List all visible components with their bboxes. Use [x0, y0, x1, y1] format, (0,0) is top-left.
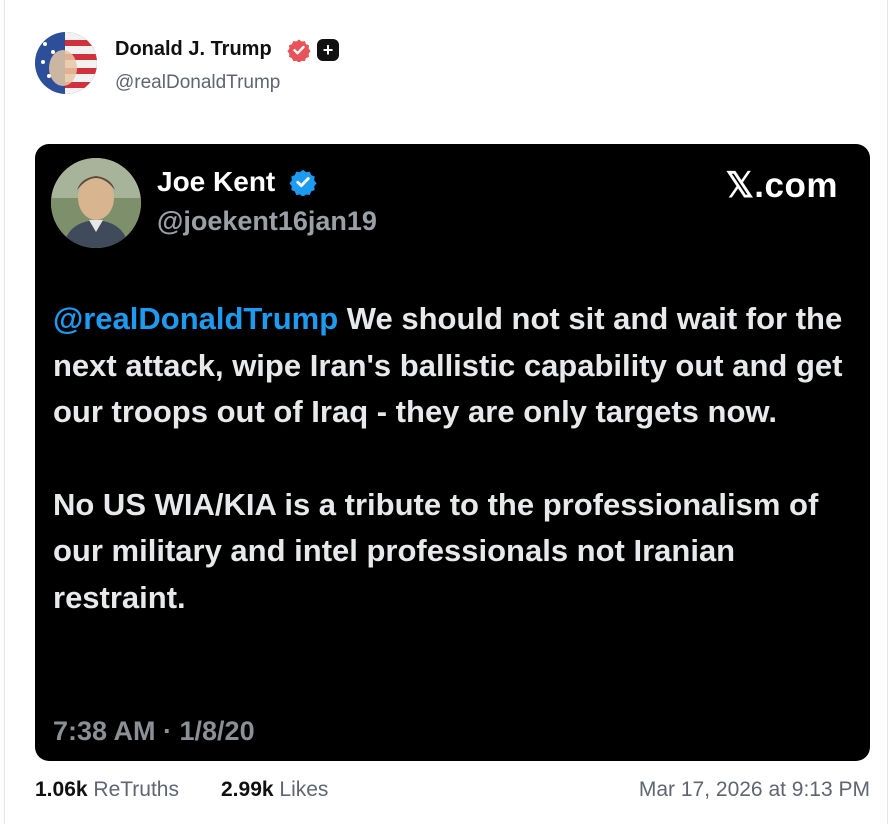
post-footer: 1.06k ReTruths 2.99k Likes Mar 17, 2026 …: [35, 778, 870, 808]
embedded-verified-icon: [289, 169, 317, 196]
embedded-timestamp: 7:38 AM · 1/8/20: [53, 716, 255, 746]
embedded-paragraph-2: No US WIA/KIA is a tribute to the profes…: [53, 486, 819, 615]
likes-count: 2.99k: [221, 778, 274, 801]
embedded-author-handle: @joekent16jan19: [157, 206, 377, 236]
embedded-avatar-image: [51, 158, 141, 248]
author-avatar[interactable]: [35, 32, 97, 94]
embedded-mention: @realDonaldTrump: [53, 301, 339, 336]
author-badges: +: [287, 38, 339, 62]
embedded-author-avatar: [51, 158, 141, 248]
likes-stat[interactable]: 2.99k Likes: [221, 778, 328, 802]
post-card: Donald J. Trump + @realDonaldTrump Joe K…: [4, 0, 888, 824]
embedded-author-name: Joe Kent: [157, 166, 276, 197]
embedded-post-image[interactable]: Joe Kent @joekent16jan19 𝕏.com @realDona…: [35, 144, 870, 761]
embedded-post-text: @realDonaldTrump We should not sit and w…: [53, 296, 853, 621]
x-logo-text: 𝕏.com: [725, 166, 838, 205]
retruths-count: 1.06k: [35, 778, 88, 801]
plus-badge-icon: +: [317, 39, 339, 61]
retruths-stat[interactable]: 1.06k ReTruths: [35, 778, 179, 802]
author-handle[interactable]: @realDonaldTrump: [115, 72, 280, 94]
post-date[interactable]: Mar 17, 2026 at 9:13 PM: [639, 778, 870, 802]
embedded-paragraph-1: @realDonaldTrump We should not sit and w…: [53, 296, 853, 436]
retruths-label: ReTruths: [87, 778, 179, 801]
verified-badge-icon: [287, 39, 311, 62]
author-name[interactable]: Donald J. Trump: [115, 38, 272, 61]
avatar-image: [35, 32, 97, 94]
likes-label: Likes: [273, 778, 329, 801]
